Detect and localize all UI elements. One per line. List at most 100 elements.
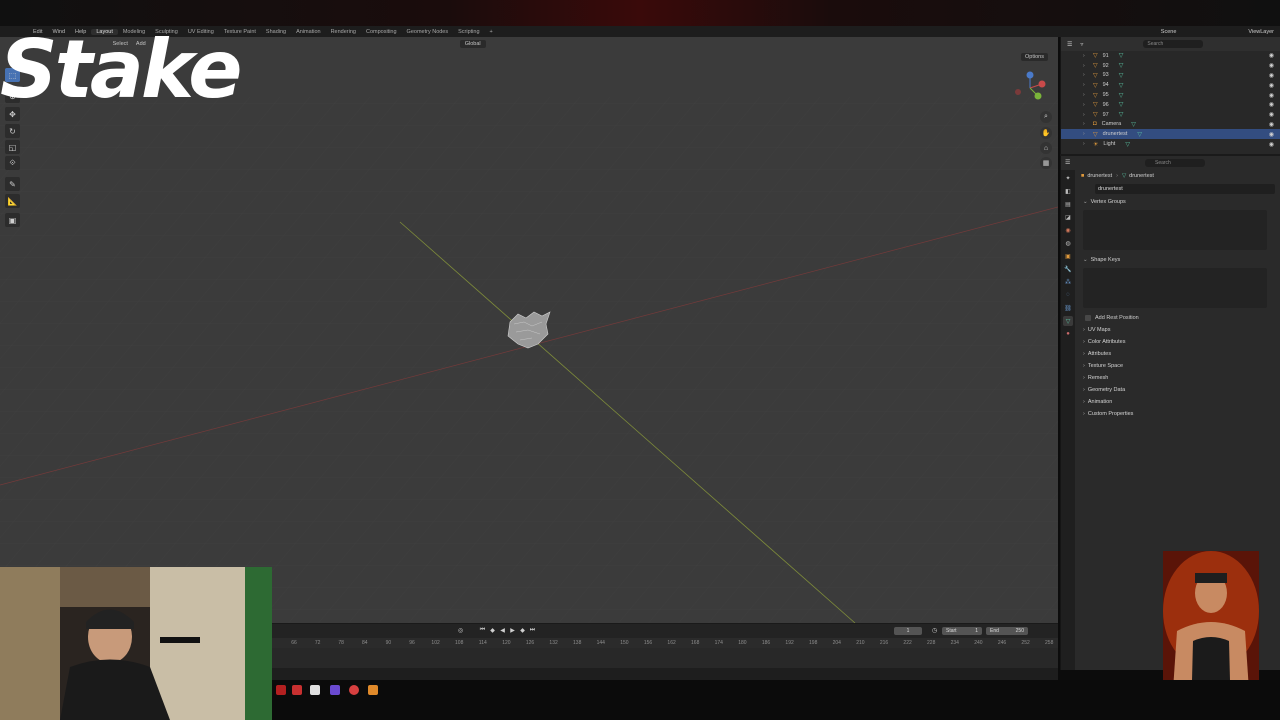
checkbox-box[interactable] <box>1085 315 1091 321</box>
transform-orientation[interactable]: Global <box>459 40 486 48</box>
chevron-right-icon[interactable]: › <box>1083 92 1085 98</box>
start-frame-field[interactable]: Start 1 <box>942 627 982 635</box>
chevron-right-icon[interactable]: › <box>1083 72 1085 78</box>
outliner-row[interactable]: › ▽ 96 ▽ ◉ <box>1061 100 1280 110</box>
play-icon[interactable]: ▶ <box>508 626 517 635</box>
breadcrumb-object[interactable]: drunertest <box>1087 173 1112 179</box>
outliner-row[interactable]: › ▽ 92 ▽ ◉ <box>1061 61 1280 71</box>
outliner-row[interactable]: › ▽ drunertest ▽ ◉ <box>1061 129 1280 140</box>
prev-keyframe-icon[interactable]: ◆ <box>488 626 497 635</box>
add-rest-position-checkbox[interactable]: Add Rest Position <box>1075 312 1280 324</box>
tab-rendering[interactable]: Rendering <box>326 29 361 35</box>
object-tab-icon[interactable]: ▣ <box>1063 251 1073 261</box>
app-icon[interactable] <box>349 685 359 695</box>
mesh-data-icon[interactable]: ▽ <box>1119 101 1124 108</box>
material-tab-icon[interactable]: ● <box>1063 329 1073 339</box>
collapsed-panel-header[interactable]: › Attributes <box>1075 348 1280 360</box>
mesh-data-icon[interactable]: ▽ <box>1119 72 1124 79</box>
collapsed-panel-header[interactable]: › Color Attributes <box>1075 336 1280 348</box>
breadcrumb-data[interactable]: drunertest <box>1129 173 1154 179</box>
mesh-data-icon[interactable]: ▽ <box>1119 62 1124 69</box>
outliner-row[interactable]: › ☀ Light ▽ ◉ <box>1061 139 1280 149</box>
chevron-right-icon[interactable]: › <box>1083 112 1085 118</box>
tool-tab-icon[interactable]: ✦ <box>1063 173 1073 183</box>
app-icon[interactable] <box>330 685 340 695</box>
modifier-tab-icon[interactable]: 🔧 <box>1063 264 1073 274</box>
vertex-groups-list[interactable] <box>1083 210 1267 250</box>
visibility-eye-icon[interactable]: ◉ <box>1269 82 1274 89</box>
blender-taskbar-icon[interactable] <box>368 685 378 695</box>
visibility-eye-icon[interactable]: ◉ <box>1269 111 1274 118</box>
shape-keys-header[interactable]: ⌄ Shape Keys <box>1075 254 1280 266</box>
physics-tab-icon[interactable]: ◌ <box>1063 290 1073 300</box>
perspective-grid-icon[interactable]: ▦ <box>1040 157 1052 169</box>
visibility-eye-icon[interactable]: ◉ <box>1269 62 1274 69</box>
clock-icon[interactable]: ◷ <box>930 626 939 635</box>
chevron-right-icon[interactable]: › <box>1083 141 1085 147</box>
zoom-icon[interactable]: ⌕ <box>1040 111 1052 123</box>
chevron-right-icon[interactable]: › <box>1083 63 1085 69</box>
visibility-eye-icon[interactable]: ◉ <box>1269 101 1274 108</box>
collapsed-panel-header[interactable]: › Animation <box>1075 396 1280 408</box>
collapsed-panel-header[interactable]: › Remesh <box>1075 372 1280 384</box>
visibility-eye-icon[interactable]: ◉ <box>1269 131 1274 138</box>
properties-editor-icon[interactable]: ☰ <box>1065 159 1070 166</box>
visibility-eye-icon[interactable]: ◉ <box>1269 52 1274 59</box>
vertex-groups-header[interactable]: ⌄ Vertex Groups <box>1075 196 1280 208</box>
data-tab-icon[interactable]: ▽ <box>1063 316 1073 326</box>
outliner-search-input[interactable]: Search <box>1143 40 1204 48</box>
collapsed-panel-header[interactable]: › Geometry Data <box>1075 384 1280 396</box>
transform-icon[interactable]: ⟐ <box>5 156 20 170</box>
next-keyframe-icon[interactable]: ◆ <box>518 626 527 635</box>
output-tab-icon[interactable]: ▤ <box>1063 199 1073 209</box>
mesh-data-icon[interactable]: ▽ <box>1131 121 1136 128</box>
mesh-data-icon[interactable]: ▽ <box>1119 92 1124 99</box>
tab-animation[interactable]: Animation <box>291 29 325 35</box>
jump-end-icon[interactable]: ⏭ <box>528 626 537 635</box>
current-frame-field[interactable]: 1 <box>894 627 922 635</box>
visibility-eye-icon[interactable]: ◉ <box>1269 121 1274 128</box>
outliner-editor-icon[interactable]: ☰ <box>1067 41 1072 48</box>
properties-search-input[interactable]: Search <box>1145 159 1205 167</box>
outliner-row[interactable]: › ▽ 93 ▽ ◉ <box>1061 71 1280 81</box>
data-name-field[interactable]: drunertest <box>1095 184 1275 194</box>
outliner-row[interactable]: › ▽ 97 ▽ ◉ <box>1061 110 1280 120</box>
collapsed-panel-header[interactable]: › UV Maps <box>1075 324 1280 336</box>
jump-start-icon[interactable]: ⏮ <box>478 626 487 635</box>
tab-shading[interactable]: Shading <box>261 29 291 35</box>
mesh-data-icon[interactable]: ▽ <box>1125 141 1130 148</box>
constraints-tab-icon[interactable]: ⛓ <box>1063 303 1073 313</box>
end-frame-field[interactable]: End 250 <box>986 627 1028 635</box>
rotate-icon[interactable]: ↻ <box>5 124 20 138</box>
mesh-data-icon[interactable]: ▽ <box>1119 52 1124 59</box>
scene-tab-icon[interactable]: ◉ <box>1063 225 1073 235</box>
chevron-right-icon[interactable]: › <box>1083 53 1085 59</box>
add-cube-icon[interactable]: ▣ <box>5 213 20 227</box>
particles-tab-icon[interactable]: ⁂ <box>1063 277 1073 287</box>
view-layer-tab-icon[interactable]: ◪ <box>1063 212 1073 222</box>
app-icon[interactable] <box>276 685 286 695</box>
app-icon[interactable] <box>310 685 320 695</box>
collapsed-panel-header[interactable]: › Custom Properties <box>1075 408 1280 420</box>
drunertest-object[interactable] <box>504 308 552 350</box>
shape-keys-list[interactable] <box>1083 268 1267 308</box>
add-workspace-button[interactable]: + <box>485 29 498 35</box>
filter-icon[interactable]: ▿ <box>1080 41 1083 48</box>
measure-icon[interactable]: 📐 <box>5 194 20 208</box>
options-button[interactable]: Options <box>1021 53 1048 61</box>
pan-hand-icon[interactable]: ✋ <box>1040 127 1052 139</box>
scene-selector[interactable]: Scene <box>1155 29 1183 35</box>
3d-viewport[interactable]: Obje Select Add Global Options ⬚ ⊕ ✥ ↻ ◱… <box>0 37 1058 623</box>
visibility-eye-icon[interactable]: ◉ <box>1269 92 1274 99</box>
outliner-row[interactable]: › ▽ 95 ▽ ◉ <box>1061 90 1280 100</box>
tab-geometry-nodes[interactable]: Geometry Nodes <box>402 29 454 35</box>
tab-compositing[interactable]: Compositing <box>361 29 402 35</box>
outliner-row[interactable]: › ▽ 91 ▽ ◉ <box>1061 51 1280 61</box>
view-layer-selector[interactable]: ViewLayer <box>1242 29 1280 35</box>
keyframe-icon[interactable]: ◎ <box>456 626 465 635</box>
chevron-right-icon[interactable]: › <box>1083 121 1085 127</box>
mesh-data-icon[interactable]: ▽ <box>1137 131 1142 138</box>
world-tab-icon[interactable]: ◍ <box>1063 238 1073 248</box>
camera-view-icon[interactable]: ⌂ <box>1040 142 1052 154</box>
chevron-right-icon[interactable]: › <box>1083 82 1085 88</box>
